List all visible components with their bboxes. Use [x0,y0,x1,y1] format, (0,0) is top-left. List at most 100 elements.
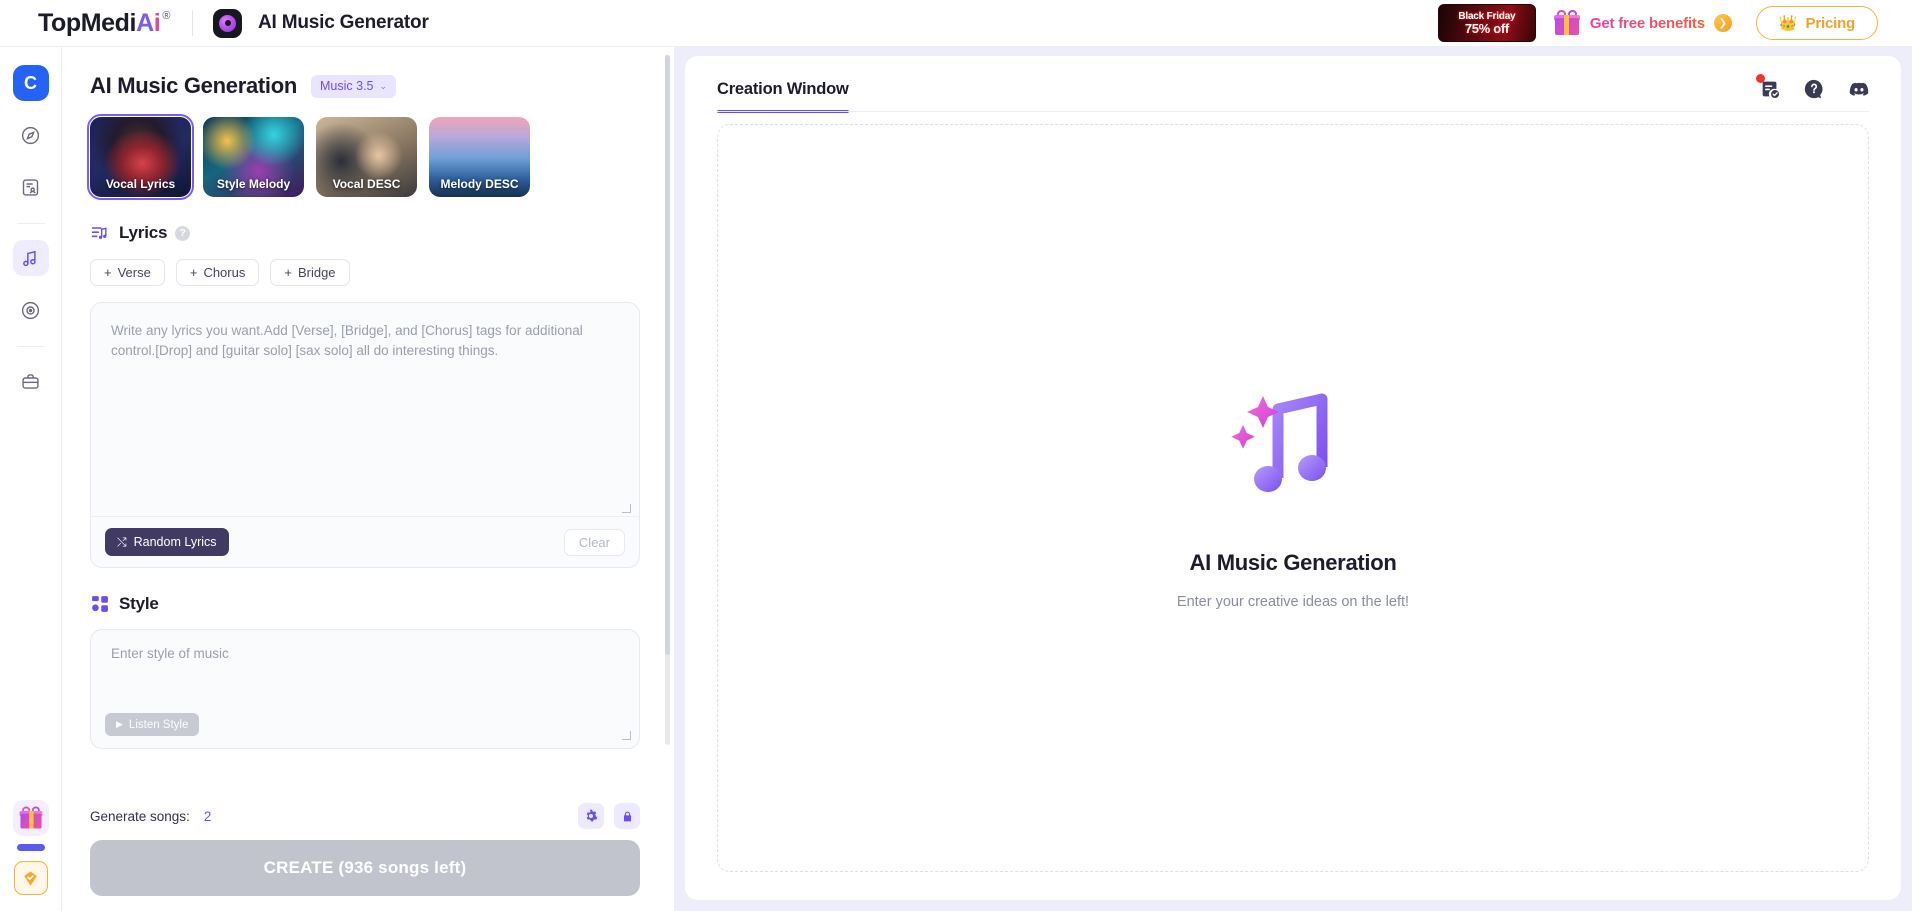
style-input-container: ▶ Listen Style [90,629,640,749]
chevron-down-icon: ⌄ [379,80,388,91]
left-panel-scrollbar[interactable] [665,55,670,745]
mode-card-melody-desc[interactable]: Melody DESC [429,117,530,197]
create-button[interactable]: CREATE (936 songs left) [90,840,640,896]
mode-card-vocal-lyrics[interactable]: Vocal Lyrics [87,114,194,200]
lock-icon[interactable] [614,803,640,829]
diamond-check-icon [24,870,37,886]
header-divider [192,10,194,36]
document-person-icon [22,178,39,196]
disc-icon [21,301,40,319]
add-verse-label: Verse [117,265,151,280]
page-title: AI Music Generation [90,73,298,98]
vinyl-disc-icon [219,14,237,32]
sidebar-item-toolbox[interactable] [13,363,49,399]
random-lyrics-button[interactable]: ⤭ Random Lyrics [105,528,229,556]
rail-logo-button[interactable]: C [12,65,49,101]
get-free-benefits-button[interactable]: Get free benefits ❯ [1553,10,1732,36]
crown-icon: 👑 [1778,15,1798,32]
style-resize-handle[interactable] [622,731,631,740]
creation-window-body: AI Music Generation Enter your creative … [717,124,1869,872]
tasks-icon[interactable] [1756,74,1781,100]
brand-text-top: TopMedi [38,8,137,37]
style-section-header: Style [90,594,640,614]
clear-lyrics-button[interactable]: Clear [563,528,625,556]
style-textarea[interactable] [91,630,639,708]
rail-bottom-group [12,800,49,911]
lyrics-help-icon[interactable]: ? [175,225,191,241]
rail-logo-letter: C [24,72,37,93]
lyrics-textarea[interactable] [91,303,639,518]
sidebar-item-home[interactable] [13,117,49,153]
lyrics-tag-row: + Verse + Chorus + Bridge [90,259,640,286]
plus-icon: + [189,265,198,280]
plus-icon: + [104,265,112,280]
notification-badge [1756,74,1765,83]
right-panel: Creation Window AI Music Generation Ente… [674,47,1912,911]
music-note-icon [23,250,36,266]
app-logo-icon [213,8,243,38]
promo-line-1: Black Friday [1458,10,1516,22]
briefcase-icon [22,373,39,389]
lyrics-resize-handle[interactable] [622,504,631,513]
pricing-label: Pricing [1805,14,1856,32]
lyrics-footer: ⤭ Random Lyrics Clear [91,516,639,567]
model-selector[interactable]: Music 3.5 ⌄ [311,74,397,98]
random-lyrics-label: Random Lyrics [133,535,217,549]
style-grid-icon [92,596,108,612]
compass-icon [21,126,40,144]
brand-logo[interactable]: TopMedi Ai ® [38,9,170,38]
page-title-row: AI Music Generation Music 3.5 ⌄ [90,73,640,99]
music-note-sparkle-icon [1228,386,1358,512]
sidebar-item-record[interactable] [13,292,49,328]
lyrics-section-title: Lyrics [119,223,168,242]
add-bridge-button[interactable]: + Bridge [270,259,350,286]
creation-window-header-icons [1756,74,1869,100]
add-chorus-button[interactable]: + Chorus [175,259,260,286]
mode-card-label: Style Melody [216,177,291,191]
generate-songs-value[interactable]: 2 [204,809,212,824]
rail-gift-button[interactable] [12,800,49,836]
add-verse-button[interactable]: + Verse [90,259,165,286]
help-glyph [1804,79,1823,99]
brand-text-a: A [136,8,154,37]
brand-text-i: i [153,8,161,37]
gift-icon [1553,10,1580,36]
black-friday-banner[interactable]: Black Friday 75% off [1437,4,1536,42]
tab-creation-window[interactable]: Creation Window [717,80,849,113]
music-note-sparkle-glyph [1231,393,1328,492]
left-panel-footer: Generate songs: 2 CREATE (936 songs left… [62,796,674,911]
sidebar-item-documents[interactable] [13,169,49,205]
style-section-title: Style [119,594,159,613]
left-panel: AI Music Generation Music 3.5 ⌄ Vocal Ly… [62,47,674,911]
sidebar-item-music[interactable] [12,240,49,276]
mode-card-vocal-desc[interactable]: Vocal DESC [316,117,417,197]
generate-songs-label: Generate songs: [90,808,190,824]
gear-icon[interactable] [578,803,604,829]
chevron-right-icon: ❯ [1713,14,1732,32]
mode-card-label: Vocal DESC [332,177,401,191]
header-underline [717,111,1869,112]
footer-icon-group [578,803,640,829]
creation-window-header: Creation Window [685,56,1901,113]
discord-glyph [1849,82,1869,96]
promo-line-2: 75% off [1464,20,1509,36]
mode-card-label: Vocal Lyrics [105,177,176,191]
discord-icon[interactable] [1847,78,1869,100]
mode-card-list: Vocal Lyrics Style Melody Vocal DESC Mel… [87,114,640,200]
listen-style-label: Listen Style [128,718,189,731]
mode-card-style-melody[interactable]: Style Melody [203,117,304,197]
add-chorus-label: Chorus [203,265,246,280]
help-circle-icon[interactable] [1803,78,1825,100]
tab-creation-window-label: Creation Window [717,80,849,98]
rail-vip-button[interactable] [13,861,48,895]
add-bridge-label: Bridge [297,265,336,280]
top-bar: TopMedi Ai ® AI Music Generator Black Fri… [0,0,1912,47]
create-button-label: CREATE (936 songs left) [263,858,467,877]
registered-mark: ® [162,9,171,22]
scrollbar-thumb[interactable] [665,55,670,655]
gift-icon [19,806,42,830]
shuffle-icon: ⤭ [117,534,127,549]
listen-style-button[interactable]: ▶ Listen Style [105,713,200,736]
generate-songs-row: Generate songs: 2 [90,796,640,836]
pricing-button[interactable]: 👑 Pricing [1755,6,1878,40]
